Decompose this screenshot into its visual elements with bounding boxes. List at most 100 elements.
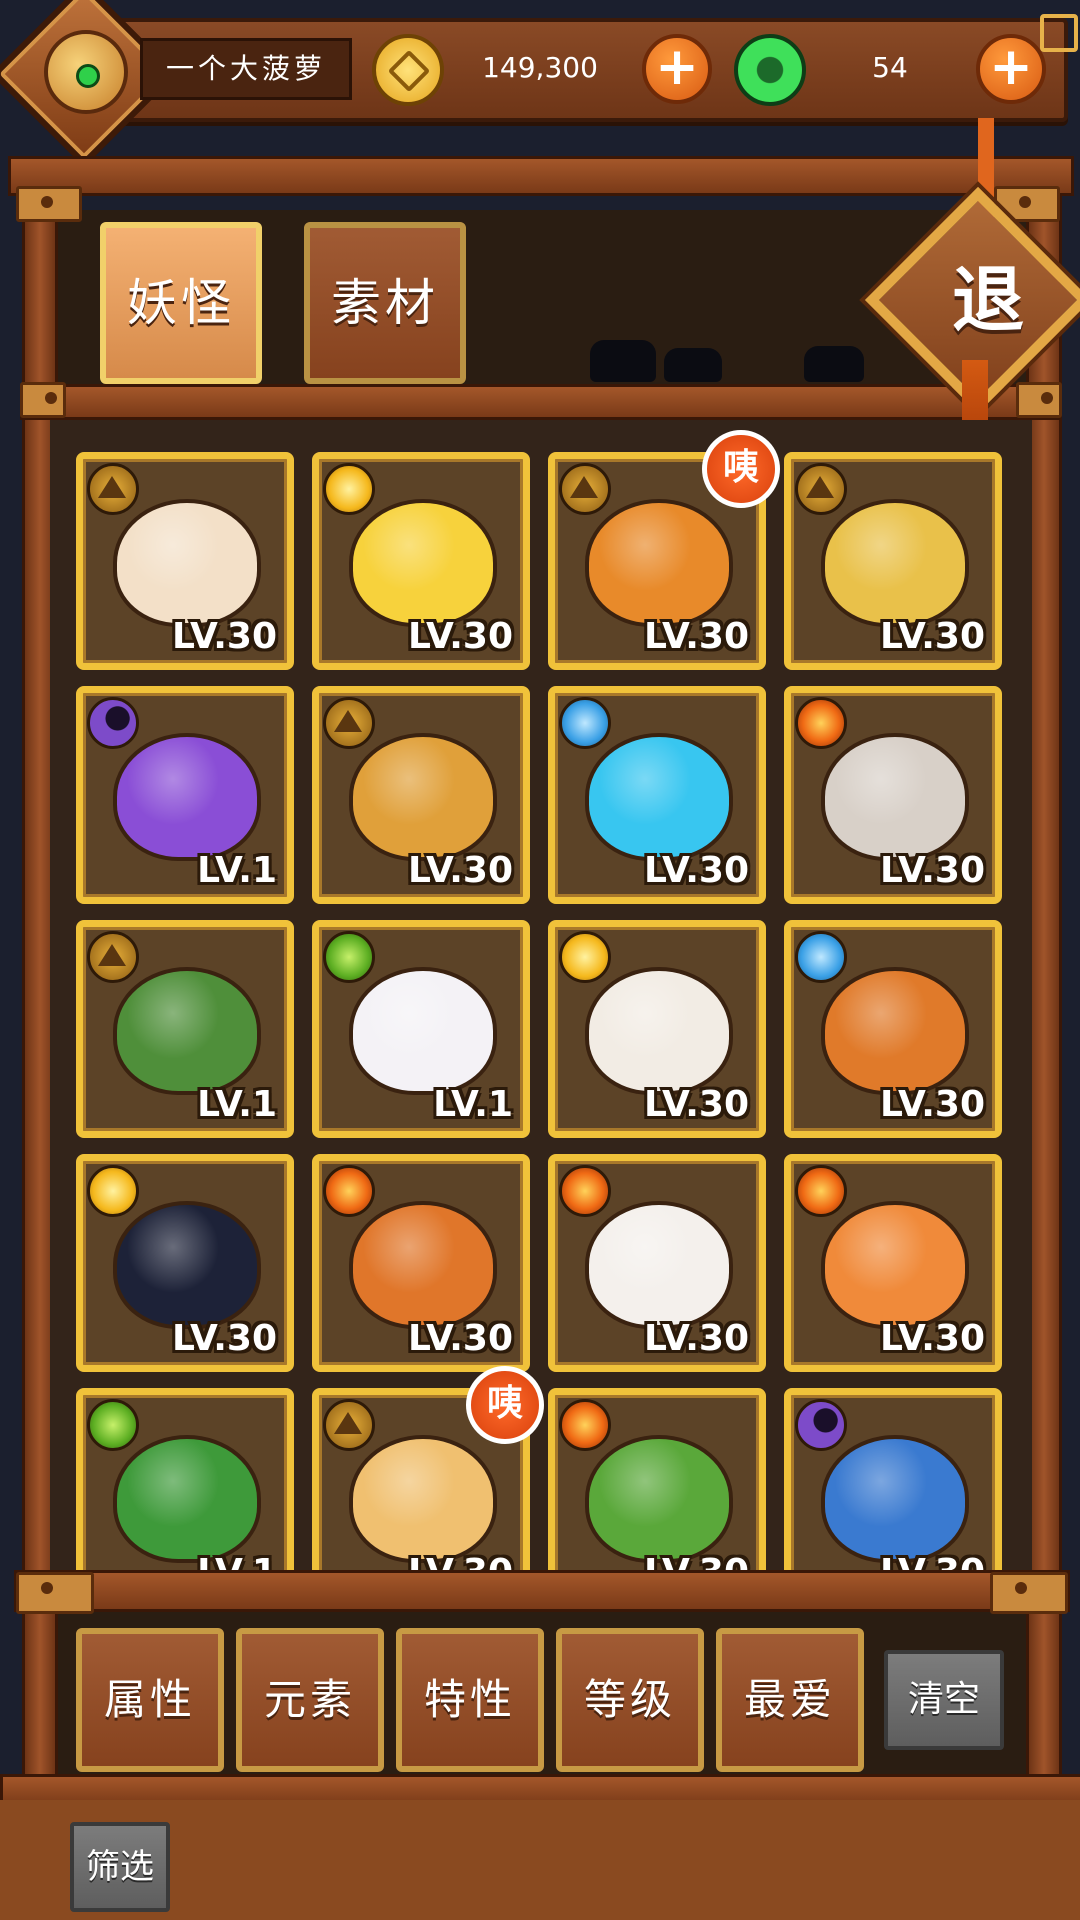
light-element-icon [323,463,375,515]
monster-portrait [585,499,733,627]
fire-element-icon [795,1165,847,1217]
monster-portrait [349,733,497,861]
new-monster-badge: 咦 [702,430,780,508]
earth-element-icon [323,697,375,749]
clear-filters-button[interactable]: 清空 [884,1650,1004,1750]
shadow-creature [804,346,864,382]
monster-portrait [349,1201,497,1329]
bolt [16,1572,94,1614]
monster-level: LV.30 [644,1318,749,1359]
gem-amount: 54 [872,51,908,84]
shadow-creature [664,348,722,382]
monster-level: LV.30 [880,1318,985,1359]
water-element-icon [559,697,611,749]
monster-portrait [113,499,261,627]
monster-card[interactable]: LV.1 [312,920,530,1138]
bolt [990,1572,1068,1614]
fire-element-icon [559,1399,611,1451]
monster-level: LV.1 [197,850,277,891]
gold-coin-icon [372,34,444,106]
monster-card[interactable]: LV.30 [548,1154,766,1372]
dark-element-icon [795,1399,847,1451]
fire-element-icon [559,1165,611,1217]
light-element-icon [87,1165,139,1217]
monster-card[interactable]: LV.30 [312,1154,530,1372]
filter-trait-button[interactable]: 特性 [396,1628,544,1772]
filter-level-button[interactable]: 等级 [556,1628,704,1772]
monster-level: LV.30 [172,616,277,657]
monster-level: LV.1 [197,1084,277,1125]
monster-level: LV.30 [644,1084,749,1125]
corner-ornament [1040,14,1078,52]
monster-portrait [585,733,733,861]
monster-portrait [821,1435,969,1563]
monster-card[interactable]: LV.30 [784,686,1002,904]
monster-card[interactable]: LV.30 [784,920,1002,1138]
monster-level: LV.30 [880,850,985,891]
monster-portrait [113,733,261,861]
filter-favorite-button[interactable]: 最爱 [716,1628,864,1772]
wood-element-icon [87,1399,139,1451]
bolt [16,186,82,222]
monster-card[interactable]: LV.30 [548,920,766,1138]
monster-card[interactable]: LV.30 [784,1154,1002,1372]
bottom-shelf-beam [14,1570,1070,1612]
monster-level: LV.30 [644,850,749,891]
monster-portrait [821,733,969,861]
monster-portrait [113,1201,261,1329]
shelf-beam [20,384,1062,420]
earth-element-icon [87,931,139,983]
monster-card[interactable]: LV.30 [76,452,294,670]
new-monster-badge: 咦 [466,1366,544,1444]
monster-portrait [821,1201,969,1329]
monster-level: LV.30 [880,1084,985,1125]
monster-card[interactable]: LV.30 [312,686,530,904]
monster-portrait [821,967,969,1095]
monster-card[interactable]: LV.1 [76,920,294,1138]
jade-gem-icon [734,34,806,106]
monster-portrait [585,1201,733,1329]
fire-element-icon [323,1165,375,1217]
water-element-icon [795,931,847,983]
wood-element-icon [323,931,375,983]
earth-element-icon [795,463,847,515]
monster-portrait [349,1435,497,1563]
monster-level: LV.30 [644,616,749,657]
earth-element-icon [323,1399,375,1451]
filter-toggle-button[interactable]: 筛选 [70,1822,170,1912]
avatar-gem-icon [76,64,100,88]
monster-level: LV.1 [433,1084,513,1125]
exit-label[interactable]: 退 [918,250,1058,350]
fire-element-icon [795,697,847,749]
monster-level: LV.30 [172,1318,277,1359]
tab-monsters[interactable]: 妖怪 [100,222,262,384]
add-gold-button[interactable]: + [642,34,712,104]
filter-element-button[interactable]: 元素 [236,1628,384,1772]
add-gem-button[interactable]: + [976,34,1046,104]
monster-portrait [113,1435,261,1563]
monster-portrait [821,499,969,627]
earth-element-icon [87,463,139,515]
tab-materials[interactable]: 素材 [304,222,466,384]
monster-portrait [113,967,261,1095]
earth-element-icon [559,463,611,515]
light-element-icon [559,931,611,983]
monster-portrait [585,967,733,1095]
monster-card[interactable]: LV.30 [76,1154,294,1372]
filter-attribute-button[interactable]: 属性 [76,1628,224,1772]
monster-portrait [349,967,497,1095]
monster-card[interactable]: LV.30 [548,686,766,904]
bolt [20,382,66,418]
top-beam [8,156,1074,196]
monster-level: LV.30 [880,616,985,657]
monster-card[interactable]: LV.1 [76,686,294,904]
shadow-creature [590,340,656,382]
monster-card[interactable]: LV.30 [784,452,1002,670]
monster-level: LV.30 [408,1318,513,1359]
monster-portrait [349,499,497,627]
monster-card[interactable]: LV.30 [312,452,530,670]
gold-amount: 149,300 [482,51,598,84]
bolt [1016,382,1062,418]
monster-level: LV.30 [408,850,513,891]
monster-portrait [585,1435,733,1563]
